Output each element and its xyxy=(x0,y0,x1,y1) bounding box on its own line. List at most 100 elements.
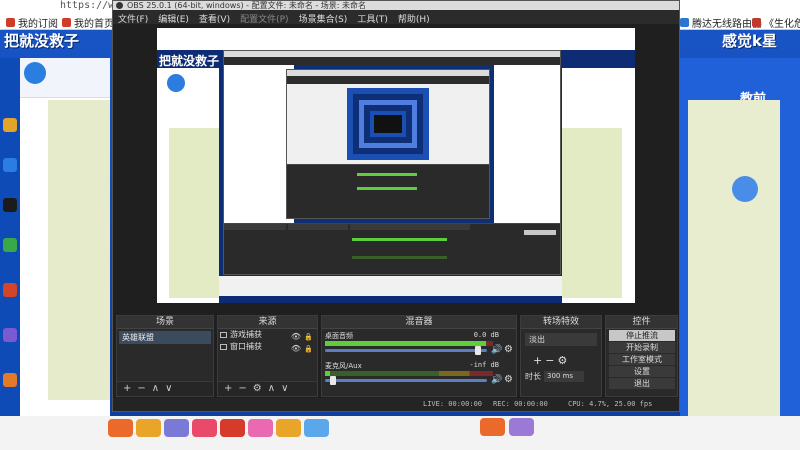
nested-dock-header xyxy=(288,224,348,230)
preview-browser-bar xyxy=(157,28,635,50)
nested-tunnel-inner xyxy=(359,100,417,148)
volume-meter xyxy=(325,341,493,346)
move-up-button[interactable]: ∧ xyxy=(152,383,159,395)
preview-logo-icon xyxy=(167,74,185,92)
toolbar-emoji-icon[interactable] xyxy=(136,419,161,437)
webpage-header xyxy=(20,58,110,98)
settings-button[interactable]: 设置 xyxy=(609,366,675,377)
volume-meter xyxy=(325,371,493,376)
transition-gear-icon[interactable]: ⚙ xyxy=(557,354,567,367)
obs-title-bar: OBS 25.0.1 (64-bit, windows) - 配置文件: 未命名… xyxy=(113,1,679,10)
desktop-app-icon[interactable] xyxy=(3,158,17,172)
nested-meter xyxy=(352,238,447,241)
duration-label: 时长 xyxy=(525,372,541,381)
scene-item[interactable]: 英雄联盟 xyxy=(119,331,211,344)
menu-file[interactable]: 文件(F) xyxy=(113,10,153,25)
move-down-button[interactable]: ∨ xyxy=(281,383,288,395)
move-up-button[interactable]: ∧ xyxy=(268,383,275,395)
desktop-app-icon[interactable] xyxy=(3,328,17,342)
transition-select[interactable]: 淡出 xyxy=(525,333,597,346)
desktop-app-icon[interactable] xyxy=(3,283,17,297)
nested-obs-preview-2 xyxy=(287,84,489,164)
toolbar-emoji-icon[interactable] xyxy=(192,419,217,437)
sources-dock-title: 来源 xyxy=(218,316,317,329)
remove-source-button[interactable]: − xyxy=(238,383,246,395)
toolbar-emoji-icon[interactable] xyxy=(480,418,505,436)
add-source-button[interactable]: + xyxy=(224,383,232,395)
nested-meter xyxy=(352,256,447,259)
live-timer: LIVE: 00:00:00 xyxy=(423,400,483,408)
obs-menu-bar: 文件(F) 编辑(E) 查看(V) 配置文件(P) 场景集合(S) 工具(T) … xyxy=(113,10,679,25)
toolbar-emoji-icon[interactable] xyxy=(304,419,329,437)
bookmark-item[interactable]: 我的首页 xyxy=(62,15,114,30)
channel-gear-icon[interactable]: ⚙ xyxy=(504,344,513,355)
visibility-eye-icon[interactable]: 👁 xyxy=(291,343,301,355)
transition-duration: 时长 300 ms xyxy=(525,371,597,382)
bookmark-icon xyxy=(62,18,71,27)
desktop-app-icon[interactable] xyxy=(3,373,17,387)
transitions-dock-title: 转场特效 xyxy=(521,316,601,329)
nested-obs-window xyxy=(223,50,561,275)
source-item[interactable]: 游戏捕获 👁 🔒 xyxy=(218,329,317,341)
volume-slider-knob[interactable] xyxy=(329,376,336,385)
mute-speaker-icon[interactable]: 🔊 xyxy=(491,375,502,385)
add-transition-button[interactable]: + xyxy=(533,354,542,367)
toolbar-emoji-icon[interactable] xyxy=(276,419,301,437)
toolbar-emoji-icon[interactable] xyxy=(220,419,245,437)
volume-slider-knob[interactable] xyxy=(474,346,481,355)
nested-tunnel xyxy=(347,88,429,160)
channel-name: 桌面音频 xyxy=(325,332,353,340)
desktop-app-icon[interactable] xyxy=(3,118,17,132)
nested-tunnel-core xyxy=(370,111,406,137)
toolbar-emoji-icon[interactable] xyxy=(164,419,189,437)
banner-text-right: 感觉k星 xyxy=(722,32,777,50)
toolbar-emoji-icon[interactable] xyxy=(108,419,133,437)
remove-transition-button[interactable]: − xyxy=(545,354,554,367)
studio-mode-button[interactable]: 工作室模式 xyxy=(609,354,675,365)
transition-tools: + − ⚙ xyxy=(533,354,597,367)
rec-timer: REC: 00:00:00 xyxy=(493,400,548,408)
volume-slider[interactable] xyxy=(325,379,487,382)
source-settings-gear-icon[interactable]: ⚙ xyxy=(253,383,262,395)
menu-profile[interactable]: 配置文件(P) xyxy=(235,10,293,25)
menu-help[interactable]: 帮助(H) xyxy=(393,10,435,25)
source-item[interactable]: 窗口捕获 👁 🔒 xyxy=(218,341,317,353)
obs-preview[interactable]: 把就没救子 xyxy=(157,28,635,303)
browser-logo-icon xyxy=(24,62,46,84)
desktop-app-icon[interactable] xyxy=(3,238,17,252)
bookmark-item[interactable]: 腾达无线路由器 xyxy=(680,15,762,30)
menu-edit[interactable]: 编辑(E) xyxy=(153,10,194,25)
menu-view[interactable]: 查看(V) xyxy=(194,10,235,25)
status-bar: LIVE: 00:00:00 REC: 00:00:00 CPU: 4.7%, … xyxy=(113,398,679,411)
bookmark-item[interactable]: 《生化危 xyxy=(752,15,800,30)
mute-speaker-icon[interactable]: 🔊 xyxy=(491,345,502,355)
move-down-button[interactable]: ∨ xyxy=(165,383,172,395)
bookmark-item[interactable]: 我的订阅 xyxy=(6,15,58,30)
toolbar-emoji-icon[interactable] xyxy=(509,418,534,436)
start-recording-button[interactable]: 开始录制 xyxy=(609,342,675,353)
nested-obs-window-2 xyxy=(286,69,490,219)
menu-scene-collection[interactable]: 场景集合(S) xyxy=(294,10,353,25)
stop-streaming-button[interactable]: 停止推流 xyxy=(609,330,675,341)
sources-toolbar: + − ⚙ ∧ ∨ xyxy=(218,381,317,396)
duration-input[interactable]: 300 ms xyxy=(544,371,584,382)
menu-tools[interactable]: 工具(T) xyxy=(352,10,393,25)
nested-meter xyxy=(357,187,417,190)
preview-banner-text: 把就没救子 xyxy=(159,54,220,68)
channel-db: -inf dB xyxy=(469,361,499,369)
bookmark-icon xyxy=(680,18,689,27)
nested-dock-header xyxy=(350,224,470,230)
scenes-dock-title: 场景 xyxy=(117,316,213,329)
right-webpage-panel xyxy=(688,100,780,430)
toolbar-extra xyxy=(480,418,542,440)
nested-left-page xyxy=(224,65,294,223)
add-scene-button[interactable]: + xyxy=(123,383,131,395)
exit-button[interactable]: 退出 xyxy=(609,378,675,389)
remove-scene-button[interactable]: − xyxy=(137,383,145,395)
volume-slider[interactable] xyxy=(325,349,487,352)
preview-right-page xyxy=(562,68,635,303)
channel-gear-icon[interactable]: ⚙ xyxy=(504,374,513,385)
lock-icon[interactable]: 🔒 xyxy=(304,343,313,355)
toolbar-emoji-icon[interactable] xyxy=(248,419,273,437)
desktop-app-icon[interactable] xyxy=(3,198,17,212)
